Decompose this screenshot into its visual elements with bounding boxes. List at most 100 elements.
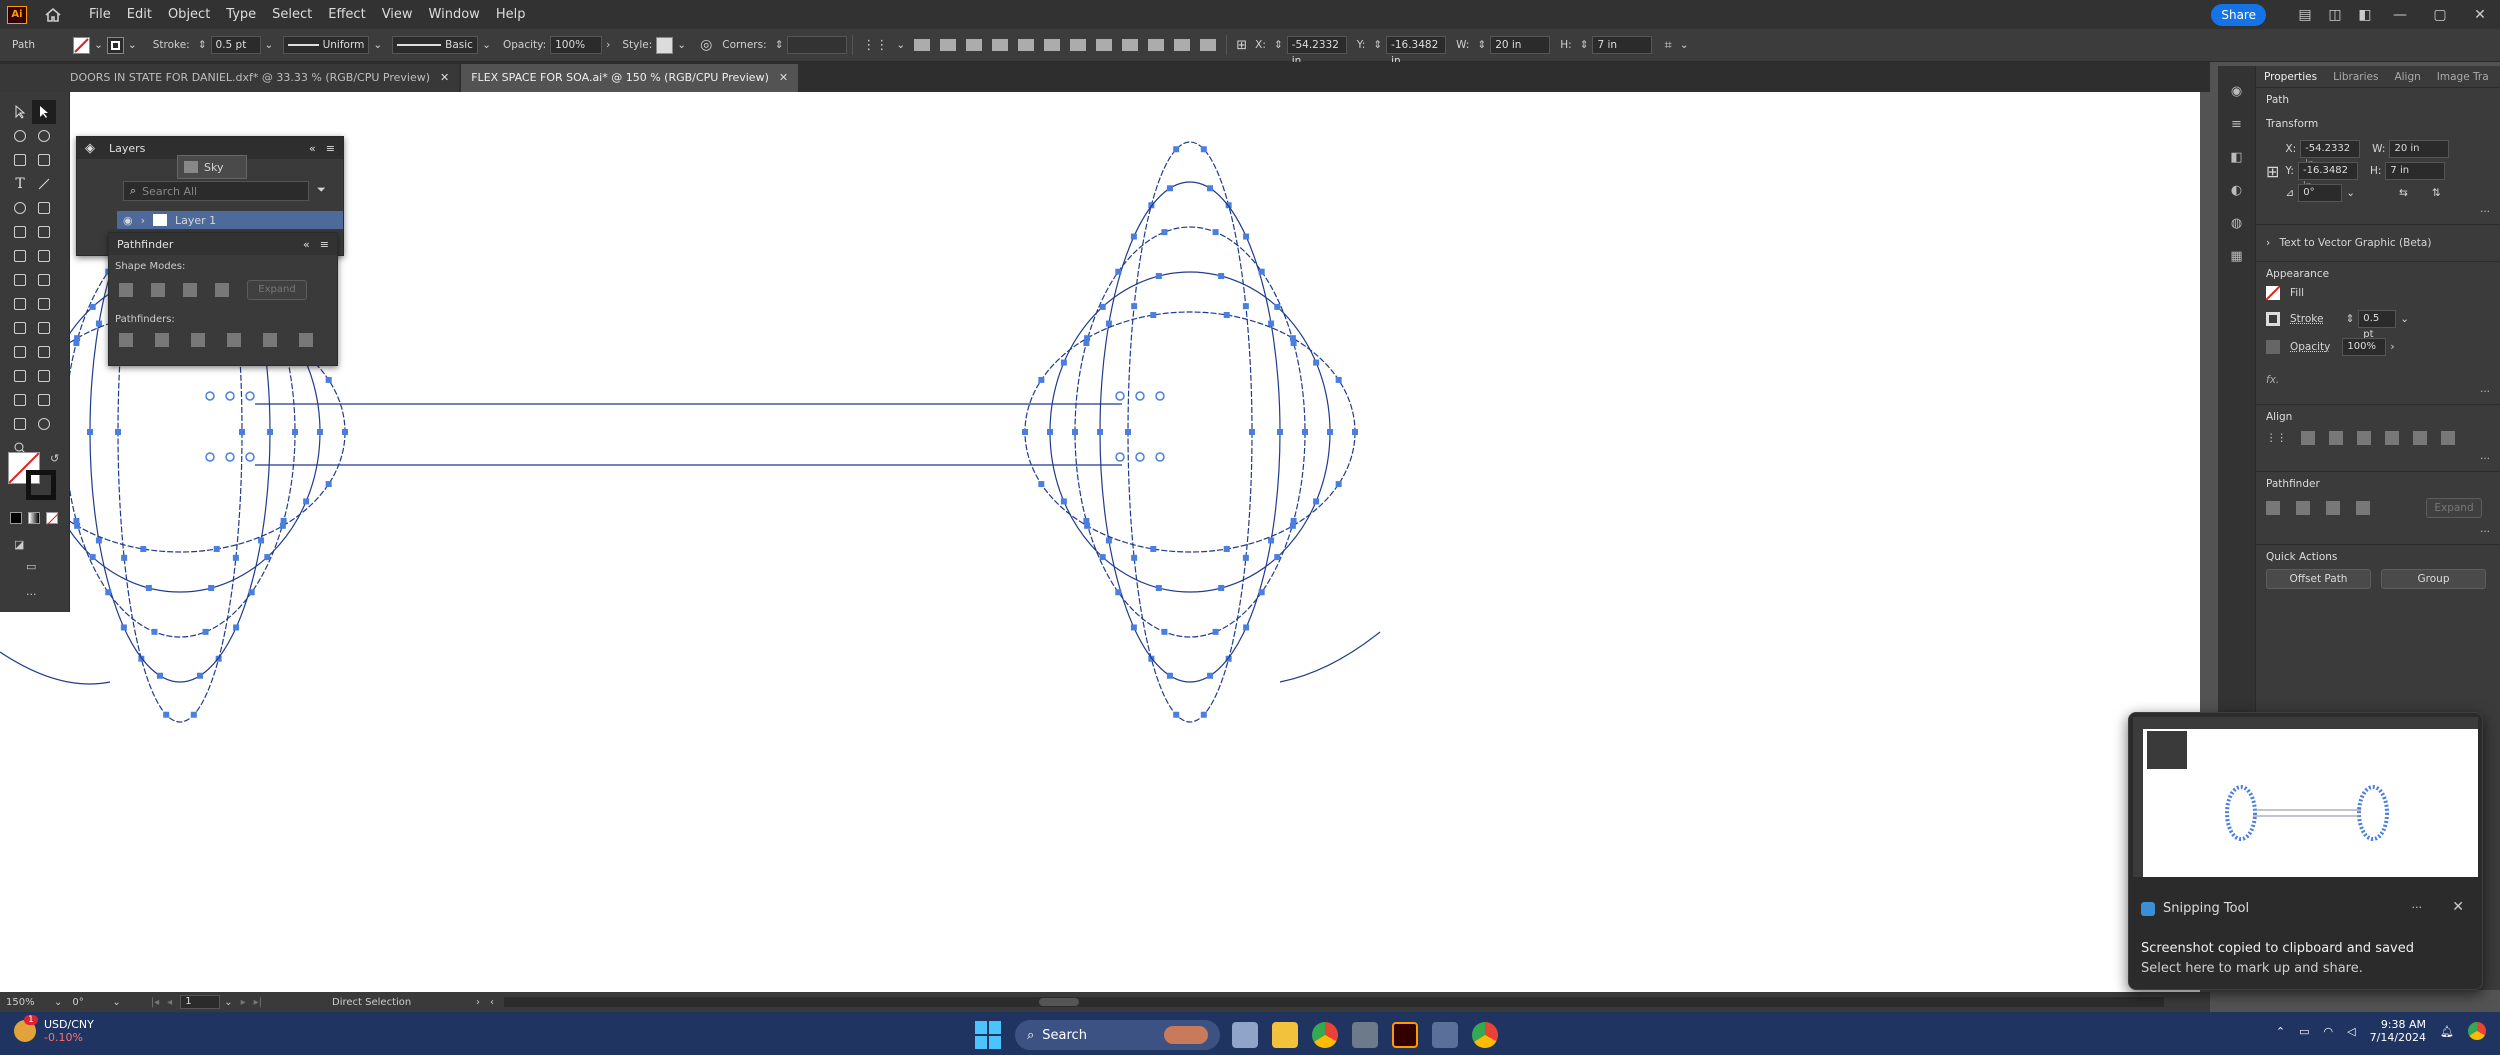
scale-tool[interactable] <box>32 244 56 268</box>
h-field[interactable]: 7 in <box>2385 162 2446 180</box>
distribute-top-icon[interactable] <box>1070 39 1087 51</box>
first-artboard-icon[interactable]: |◂ <box>151 997 159 1008</box>
chevron-down-icon[interactable]: ⌄ <box>54 997 62 1008</box>
chevron-right-icon[interactable]: › <box>2390 341 2394 353</box>
scrollbar-thumb[interactable] <box>1039 998 1080 1006</box>
outline-icon[interactable] <box>263 333 277 347</box>
stroke-weight-field[interactable]: 0.5 pt <box>2358 310 2397 340</box>
tab-libraries[interactable]: Libraries <box>2325 71 2386 83</box>
rotation-value[interactable]: 0° <box>72 997 112 1008</box>
shaper-tool[interactable] <box>8 220 32 244</box>
more-options-icon[interactable]: ··· <box>2266 386 2490 398</box>
exclude-icon[interactable] <box>215 283 229 297</box>
pen-tool[interactable] <box>8 148 32 172</box>
chevron-left-icon[interactable]: ‹ <box>490 997 494 1008</box>
distribute-bottom-icon[interactable] <box>1122 39 1139 51</box>
minus-back-icon[interactable] <box>299 333 313 347</box>
windows-start-icon[interactable] <box>975 1021 1003 1049</box>
illustrator-icon[interactable] <box>1392 1022 1418 1048</box>
transform-icon[interactable]: ⌗ <box>1664 38 1671 53</box>
stroke-color-swatch[interactable] <box>26 470 56 500</box>
recolor-icon[interactable]: ◎ <box>700 37 712 53</box>
minus-front-icon[interactable] <box>151 283 165 297</box>
align-vcenter-icon[interactable] <box>2413 431 2427 445</box>
horizontal-scrollbar[interactable] <box>504 997 2165 1007</box>
close-icon[interactable]: ✕ <box>440 71 449 84</box>
trim-icon[interactable] <box>155 333 169 347</box>
chrome-icon[interactable] <box>1312 1022 1338 1048</box>
stepper-icon[interactable]: ⇕ <box>1373 39 1382 51</box>
zoom-level[interactable]: 150% <box>6 997 54 1008</box>
screenshot-preview[interactable] <box>2133 717 2478 877</box>
stepper-icon[interactable]: ⇕ <box>1274 39 1283 51</box>
align-bottom-icon[interactable] <box>2441 431 2455 445</box>
slice-tool[interactable] <box>8 412 32 436</box>
align-right-icon[interactable] <box>2357 431 2371 445</box>
style-swatch[interactable] <box>656 36 674 54</box>
menu-file[interactable]: File <box>81 7 119 22</box>
menu-type[interactable]: Type <box>218 7 264 22</box>
free-transform-tool[interactable] <box>32 268 56 292</box>
offset-path-button[interactable]: Offset Path <box>2266 569 2371 589</box>
align-vcenter-icon[interactable] <box>1018 39 1035 51</box>
unite-icon[interactable] <box>2266 501 2280 515</box>
rotate-tool[interactable] <box>8 244 32 268</box>
selection-tool[interactable] <box>8 100 32 124</box>
hand-tool[interactable] <box>32 412 56 436</box>
align-right-icon[interactable] <box>966 39 983 51</box>
opacity-field[interactable]: 100% <box>550 36 603 54</box>
mesh-tool[interactable] <box>8 316 32 340</box>
chevron-down-icon[interactable]: ⌄ <box>112 997 120 1008</box>
h-field[interactable]: 7 in <box>1592 36 1653 54</box>
next-artboard-icon[interactable]: ▸ <box>241 997 246 1008</box>
group-button[interactable]: Group <box>2381 569 2486 589</box>
draw-mode-icon[interactable]: ◪ <box>14 538 24 551</box>
align-bottom-icon[interactable] <box>1044 39 1061 51</box>
stepper-icon[interactable]: ⇕ <box>1580 39 1589 51</box>
tab-image-trace[interactable]: Image Tra <box>2429 71 2497 83</box>
corners-field[interactable] <box>787 36 848 54</box>
prev-artboard-icon[interactable]: ◂ <box>167 997 172 1008</box>
menu-help[interactable]: Help <box>488 7 534 22</box>
distribute-hcenter-icon[interactable] <box>1174 39 1191 51</box>
distribute-vcenter-icon[interactable] <box>1096 39 1113 51</box>
wifi-icon[interactable]: ◠ <box>2324 1025 2334 1038</box>
distribute-right-icon[interactable] <box>1200 39 1217 51</box>
ellipse-tool[interactable] <box>8 196 32 220</box>
stepper-icon[interactable]: ⇕ <box>198 39 207 51</box>
discover-icon[interactable]: ◧ <box>2350 7 2380 23</box>
magic-wand-tool[interactable] <box>8 124 32 148</box>
more-options-icon[interactable]: ··· <box>2266 526 2490 538</box>
artboard-number[interactable]: 1 <box>180 995 221 1009</box>
chevron-down-icon[interactable]: ⌄ <box>896 39 905 51</box>
chevron-down-icon[interactable]: ⌄ <box>128 39 137 51</box>
align-left-icon[interactable] <box>2301 431 2315 445</box>
calculator-icon[interactable] <box>1352 1022 1378 1048</box>
file-explorer-icon[interactable] <box>1272 1022 1298 1048</box>
more-options-icon[interactable]: ··· <box>2266 206 2490 218</box>
menu-window[interactable]: Window <box>421 7 488 22</box>
intersect-icon[interactable] <box>183 283 197 297</box>
layers-icon[interactable]: ◈ <box>85 141 95 156</box>
fill-swatch[interactable] <box>73 36 91 54</box>
maximize-button[interactable]: ▢ <box>2420 7 2460 23</box>
chevron-down-icon[interactable]: ⌄ <box>482 39 491 51</box>
more-options-icon[interactable]: ··· <box>2266 453 2490 465</box>
symbol-sprayer-tool[interactable] <box>8 364 32 388</box>
chevron-down-icon[interactable]: ⌄ <box>677 39 686 51</box>
shape-builder-tool[interactable] <box>8 292 32 316</box>
tab-align[interactable]: Align <box>2386 71 2428 83</box>
tab-flex-space[interactable]: FLEX SPACE FOR SOA.ai* @ 150 % (RGB/CPU … <box>461 64 799 92</box>
menu-view[interactable]: View <box>374 7 421 22</box>
distribute-left-icon[interactable] <box>1148 39 1165 51</box>
variable-width-profile[interactable]: Uniform <box>283 36 370 54</box>
swap-colors-icon[interactable]: ↺ <box>50 452 59 465</box>
y-field[interactable]: -16.3482 in <box>1386 36 1447 67</box>
clock[interactable]: 9:38 AM 7/14/2024 <box>2370 1018 2426 1044</box>
taskbar-search[interactable]: ⌕ Search <box>1015 1020 1220 1050</box>
stepper-icon[interactable]: ⇕ <box>2345 313 2354 325</box>
angle-field[interactable]: 0° <box>2298 184 2343 202</box>
gradient-mode-icon[interactable] <box>28 512 40 524</box>
chevron-right-icon[interactable]: › <box>2266 237 2270 249</box>
menu-lines-icon[interactable]: ≡ <box>2231 117 2242 132</box>
